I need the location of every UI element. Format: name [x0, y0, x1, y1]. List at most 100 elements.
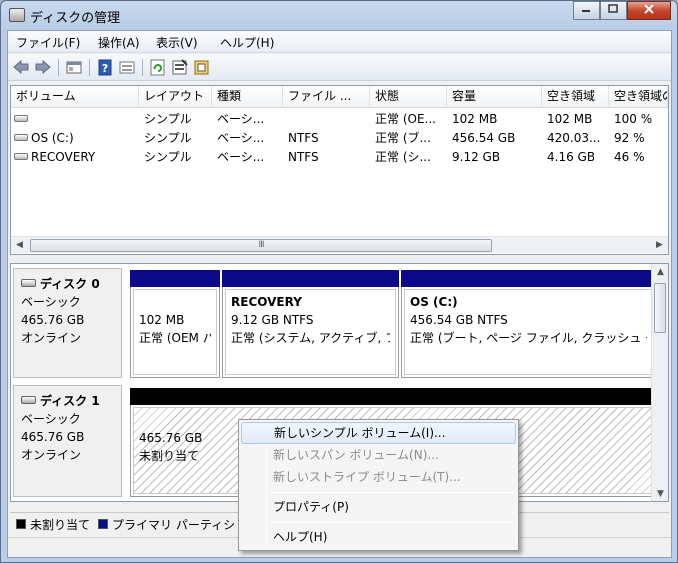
- disk-0-name: ディスク 0: [40, 277, 100, 291]
- cell-type: ベーシ...: [217, 150, 265, 164]
- partition-name: [139, 293, 211, 311]
- col-volume[interactable]: ボリューム: [11, 86, 139, 108]
- cell-layout: シンプル: [144, 150, 192, 164]
- cell-free-percent: 100 %: [614, 112, 653, 126]
- primary-partition-band: [401, 270, 656, 287]
- cell-free-space: 420.03...: [547, 131, 601, 145]
- table-row[interactable]: RECOVERY シンプル ベーシ... NTFS 正常 (シ... 9.12 …: [11, 147, 668, 166]
- menu-help-item[interactable]: ヘルプ(H): [241, 526, 516, 548]
- partition-name: OS (C:): [410, 295, 458, 309]
- scroll-right-button[interactable]: ▶: [651, 237, 668, 254]
- minimize-button[interactable]: [573, 1, 600, 20]
- properties-button[interactable]: [171, 59, 189, 76]
- table-row[interactable]: シンプル ベーシ... 正常 (OE... 102 MB 102 MB 100 …: [11, 109, 668, 128]
- menu-new-spanned-volume[interactable]: 新しいスパン ボリューム(N)...: [241, 444, 516, 466]
- volume-icon: [14, 153, 28, 160]
- scroll-thumb[interactable]: III: [30, 239, 492, 252]
- menu-properties[interactable]: プロパティ(P): [241, 496, 516, 518]
- volume-list[interactable]: ボリューム レイアウト 種類 ファイル ... 状態 容量 空き領域 空き領域の…: [10, 85, 669, 255]
- partition-recovery[interactable]: RECOVERY 9.12 GB NTFS 正常 (システム, アクティブ, フ: [222, 270, 399, 378]
- console-tree-button[interactable]: [65, 59, 83, 76]
- close-button[interactable]: [627, 1, 671, 20]
- cell-status: 正常 (ブ...: [375, 131, 431, 145]
- scroll-left-button[interactable]: ◀: [11, 237, 28, 254]
- disk-0-type: ベーシック: [21, 295, 81, 309]
- forward-icon: [35, 59, 51, 75]
- partition-os-c[interactable]: OS (C:) 456.54 GB NTFS 正常 (ブート, ページ ファイル…: [401, 270, 656, 378]
- disk-0-size: 465.76 GB: [21, 313, 85, 327]
- legend-unallocated-label: 未割り当て: [30, 518, 91, 532]
- close-icon: [643, 4, 654, 14]
- view-button[interactable]: [118, 59, 136, 76]
- col-free-percent[interactable]: 空き領域の: [609, 86, 668, 108]
- toolbar-separator: [89, 59, 90, 76]
- volume-icon: [14, 134, 28, 141]
- disk-0-status: オンライン: [21, 331, 82, 345]
- col-filesystem[interactable]: ファイル ...: [283, 86, 370, 108]
- title-bar[interactable]: ディスクの管理: [1, 1, 677, 29]
- help-button[interactable]: ?: [96, 59, 114, 76]
- col-layout[interactable]: レイアウト: [139, 86, 212, 108]
- disk-0-label[interactable]: ディスク 0 ベーシック 465.76 GB オンライン: [13, 268, 122, 378]
- partition-status: 正常 (ブート, ページ ファイル, クラッシュ ダ: [410, 331, 647, 345]
- partition-size: 456.54 GB NTFS: [410, 313, 508, 327]
- refresh-icon: [150, 59, 165, 76]
- rescan-icon: [194, 60, 209, 75]
- legend-primary-label: プライマリ パーティシ: [112, 518, 236, 532]
- menu-action[interactable]: 操作(A): [98, 34, 140, 51]
- col-type[interactable]: 種類: [212, 86, 283, 108]
- scroll-up-button[interactable]: ▲: [652, 264, 668, 281]
- legend-unallocated-swatch: [16, 519, 26, 529]
- partition-status: 正常 (OEM パ: [139, 331, 211, 345]
- cell-volume: [11, 110, 139, 128]
- menu-view[interactable]: 表示(V): [156, 34, 198, 51]
- maximize-button[interactable]: [600, 1, 627, 20]
- view-icon: [119, 61, 135, 74]
- window-title: ディスクの管理: [30, 11, 121, 26]
- cell-layout: シンプル: [144, 112, 192, 126]
- refresh-button[interactable]: [149, 59, 167, 76]
- partition-size: 9.12 GB NTFS: [231, 313, 314, 327]
- cell-filesystem: NTFS: [288, 150, 319, 164]
- horizontal-scrollbar[interactable]: ◀ III ▶: [11, 236, 668, 253]
- cell-volume: RECOVERY: [11, 148, 139, 166]
- minimize-icon: [582, 10, 590, 12]
- disk-1-name: ディスク 1: [40, 394, 100, 408]
- col-status[interactable]: 状態: [370, 86, 447, 108]
- cell-status: 正常 (シ...: [375, 150, 431, 164]
- cell-type: ベーシ...: [217, 112, 265, 126]
- disk-1-label[interactable]: ディスク 1 ベーシック 465.76 GB オンライン: [13, 385, 122, 497]
- rescan-button[interactable]: [193, 59, 211, 76]
- menu-file[interactable]: ファイル(F): [16, 34, 80, 51]
- back-button[interactable]: [12, 59, 30, 76]
- table-row[interactable]: OS (C:) シンプル ベーシ... NTFS 正常 (ブ... 456.54…: [11, 128, 668, 147]
- cell-type: ベーシ...: [217, 131, 265, 145]
- console-icon: [66, 61, 82, 74]
- col-free-space[interactable]: 空き領域: [542, 86, 609, 108]
- scroll-thumb[interactable]: [654, 283, 666, 333]
- toolbar-separator: [142, 59, 143, 76]
- disk-icon: [21, 396, 36, 404]
- partition-status: 正常 (システム, アクティブ, フ: [231, 331, 390, 345]
- menu-new-striped-volume[interactable]: 新しいストライプ ボリューム(T)...: [241, 466, 516, 488]
- menu-new-simple-volume[interactable]: 新しいシンプル ボリューム(I)...: [241, 422, 516, 444]
- disk-1-type: ベーシック: [21, 412, 81, 426]
- menu-separator: [269, 492, 514, 493]
- help-icon: ?: [98, 59, 112, 76]
- toolbar: ?: [8, 54, 671, 81]
- scroll-down-button[interactable]: ▼: [652, 486, 668, 501]
- vertical-scrollbar[interactable]: ▲ ▼: [651, 264, 668, 501]
- cell-volume: OS (C:): [11, 129, 139, 147]
- menu-help[interactable]: ヘルプ(H): [220, 34, 274, 51]
- unallocated-band: [130, 388, 656, 405]
- pane-splitter[interactable]: [8, 257, 671, 262]
- cell-free-percent: 92 %: [614, 131, 645, 145]
- partition-oem[interactable]: 102 MB 正常 (OEM パ: [130, 270, 220, 378]
- menu-separator: [269, 522, 514, 523]
- partition-name: RECOVERY: [231, 295, 302, 309]
- col-capacity[interactable]: 容量: [447, 86, 542, 108]
- cell-layout: シンプル: [144, 131, 192, 145]
- cell-free-percent: 46 %: [614, 150, 645, 164]
- forward-button[interactable]: [34, 59, 52, 76]
- properties-icon: [172, 59, 188, 75]
